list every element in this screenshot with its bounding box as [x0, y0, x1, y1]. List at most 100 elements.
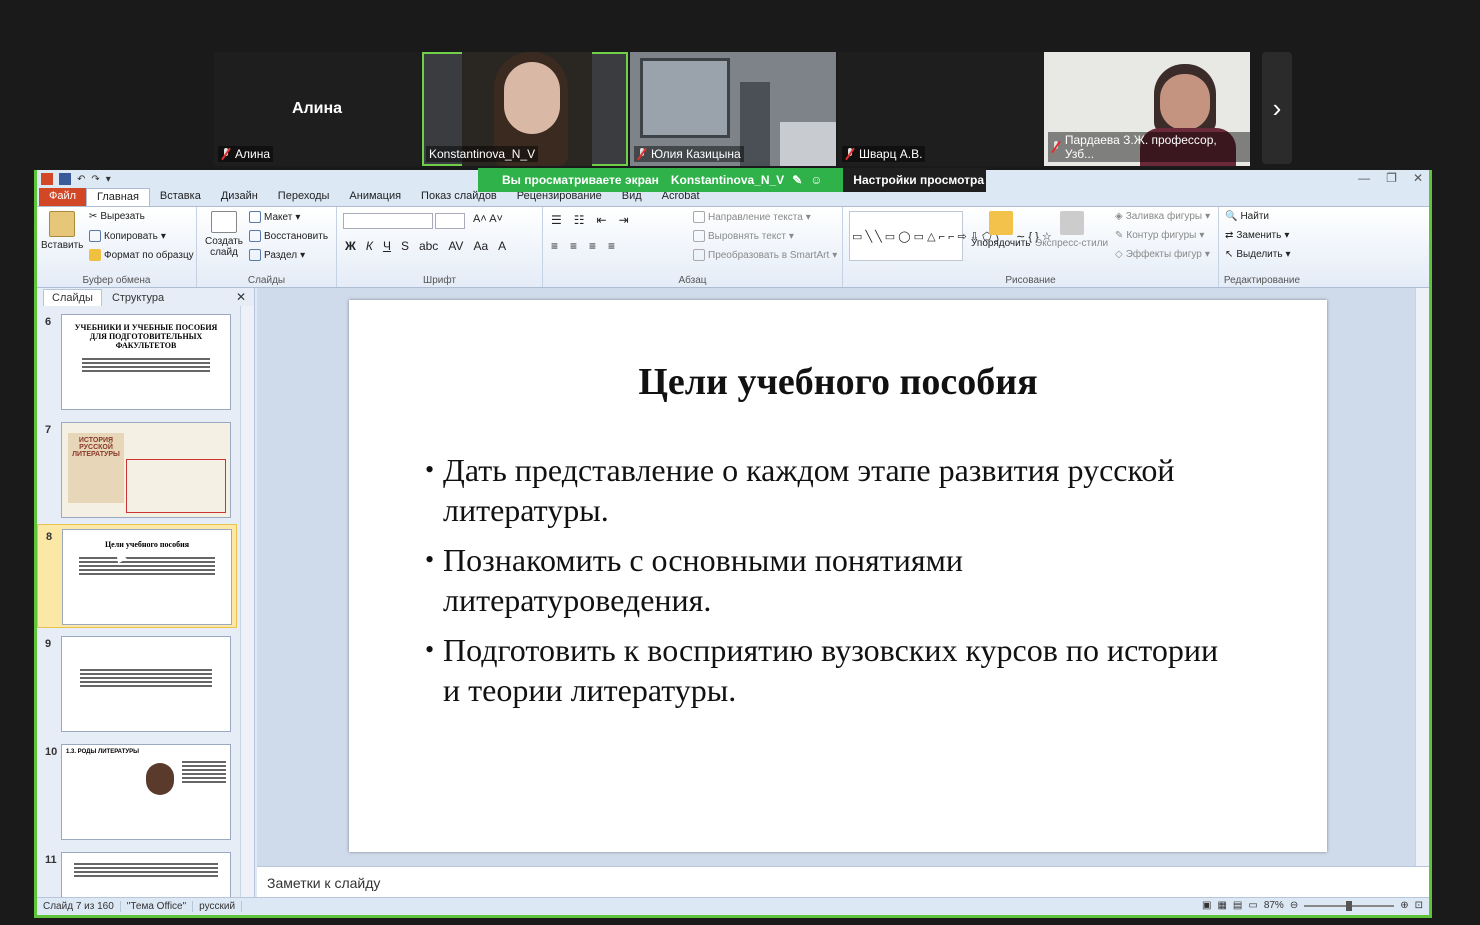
layout-button[interactable]: Макет ▾ — [249, 211, 300, 223]
shape-effects-label: Эффекты фигур — [1125, 249, 1202, 260]
slide-thumbnail[interactable]: 10 1.3. РОДЫ ЛИТЕРАТУРЫ — [37, 740, 237, 844]
format-painter-button[interactable]: Формат по образцу — [89, 249, 194, 261]
slide-scrollbar[interactable] — [1415, 288, 1429, 866]
tab-home[interactable]: Главная — [86, 188, 150, 206]
participant-tile-kazitsyna[interactable]: Юлия Казицына — [630, 52, 836, 166]
participant-tile-alina[interactable]: Алина Алина — [214, 52, 420, 166]
tab-slides[interactable]: Слайды — [43, 289, 102, 306]
font-size-buttons[interactable]: A˄ A˅ — [473, 213, 503, 225]
normal-view-icon[interactable]: ▣ — [1202, 900, 1211, 911]
zoom-slider[interactable] — [1304, 900, 1395, 911]
slide-thumbnail[interactable]: 7 ИСТОРИЯ РУССКОЙ ЛИТЕРАТУРЫ — [37, 418, 237, 522]
numbering-icon: ☷ — [573, 213, 585, 227]
participant-tile-pardaeva[interactable]: Пардаева З.Ж. профессор, Узб... — [1044, 52, 1250, 166]
participant-tile-konstantinova[interactable]: Konstantinova_N_V — [422, 52, 628, 166]
font-style-buttons[interactable]: Ж К Ч Sabc AV Aa A — [345, 239, 506, 253]
slide-body[interactable]: Дать представление о каждом этапе развит… — [425, 450, 1225, 720]
thumbnail-image: ИСТОРИЯ РУССКОЙ ЛИТЕРАТУРЫ — [61, 422, 231, 518]
tab-outline[interactable]: Структура — [104, 290, 172, 306]
close-icon[interactable]: ✕ — [1413, 171, 1423, 185]
shape-effects-button[interactable]: ◇ Эффекты фигур ▾ — [1115, 249, 1210, 260]
font-name-select[interactable] — [343, 213, 433, 229]
quick-styles-button[interactable]: Экспресс-стили — [1035, 211, 1108, 249]
zoom-level[interactable]: 87% — [1264, 900, 1284, 911]
smile-icon[interactable]: ☺ — [810, 173, 822, 187]
cut-button[interactable]: ✂ Вырезать — [89, 211, 145, 222]
close-pane-icon[interactable]: ✕ — [236, 290, 246, 304]
thumbnail-image: УЧЕБНИКИ И УЧЕБНЫЕ ПОСОБИЯ ДЛЯ ПОДГОТОВИ… — [61, 314, 231, 410]
thumbnails-scrollbar[interactable] — [240, 306, 254, 910]
paste-button[interactable]: Вставить — [41, 211, 83, 251]
zoom-slider-thumb[interactable] — [1346, 900, 1353, 911]
fit-to-window-icon[interactable]: ⊡ — [1415, 900, 1423, 911]
room-door — [740, 82, 770, 166]
slide-title[interactable]: Цели учебного пособия — [349, 360, 1327, 404]
slide-number: 10 — [45, 746, 58, 758]
font-size-select[interactable] — [435, 213, 465, 229]
arrange-button[interactable]: Упорядочить — [971, 211, 1031, 249]
thumbnail-box — [126, 459, 226, 513]
share-banner-text: Вы просматриваете экран — [502, 173, 659, 187]
shapes-gallery[interactable]: ▭ ╲ ╲ ▭ ◯ ▭ △ ⌐ ⌐ ⇨ ⇩ ⬠ ⟆ ⌒ ∼ { } ☆ — [849, 211, 1052, 261]
section-button[interactable]: Раздел ▾ — [249, 249, 305, 261]
slide-number: 8 — [46, 531, 53, 543]
slide-thumbnail-selected[interactable]: 8 Цели учебного пособия — [37, 524, 237, 628]
list-buttons[interactable]: ☰ ☷ ⇤ ⇥ — [551, 213, 629, 227]
align-text-button[interactable]: Выровнять текст ▾ — [693, 230, 794, 242]
select-button[interactable]: ↖ Выделить ▾ — [1225, 249, 1291, 260]
shape-fill-button[interactable]: ◈ Заливка фигуры ▾ — [1115, 211, 1210, 222]
participant-tile-shvarts[interactable]: Шварц А.В. — [838, 52, 1044, 166]
slideshow-view-icon[interactable]: ▭ — [1248, 900, 1257, 911]
mic-muted-icon — [1051, 141, 1061, 153]
redo-icon[interactable]: ↷ — [91, 174, 99, 185]
thumbnail-image: 1.3. РОДЫ ЛИТЕРАТУРЫ — [61, 744, 231, 840]
zoom-in-icon[interactable]: ⊕ — [1400, 900, 1408, 911]
find-button[interactable]: 🔍 Найти — [1225, 211, 1269, 222]
smartart-button[interactable]: Преобразовать в SmartArt ▾ — [693, 249, 837, 261]
next-participants-button[interactable]: › — [1262, 52, 1292, 164]
tab-transitions[interactable]: Переходы — [268, 188, 340, 206]
tab-insert[interactable]: Вставка — [150, 188, 211, 206]
participant-name-large: Алина — [291, 100, 343, 117]
shape-outline-button[interactable]: ✎ Контур фигуры ▾ — [1115, 230, 1204, 241]
thumbnail-image — [61, 636, 231, 732]
save-icon[interactable] — [59, 173, 71, 185]
current-slide[interactable]: Цели учебного пособия Дать представление… — [349, 300, 1327, 852]
notes-pane[interactable]: Заметки к слайду — [257, 866, 1429, 900]
language[interactable]: русский — [193, 901, 243, 912]
participant-label: Юлия Казицына — [634, 146, 744, 162]
copy-button[interactable]: Копировать ▾ — [89, 230, 166, 242]
ribbon: Вставить ✂ Вырезать Копировать ▾ Формат п… — [37, 206, 1429, 288]
sorter-view-icon[interactable]: ▦ — [1217, 900, 1226, 911]
undo-icon[interactable]: ↶ — [77, 174, 85, 185]
minimize-icon[interactable]: — — [1358, 171, 1370, 185]
align-buttons[interactable]: ≡ ≡ ≡ ≡ — [551, 239, 615, 253]
slide-thumbnail[interactable]: 9 — [37, 632, 237, 736]
thumbnail-image: Цели учебного пособия — [62, 529, 232, 625]
smartart-label: Преобразовать в SmartArt — [708, 249, 830, 261]
slide-number: 9 — [45, 638, 52, 650]
brush-icon — [89, 249, 101, 261]
replace-label: Заменить — [1236, 230, 1282, 241]
align-center-icon: ≡ — [570, 239, 578, 253]
view-settings-button[interactable]: Настройки просмотра — [843, 168, 986, 192]
copy-label: Копировать — [104, 230, 158, 242]
bullets-icon: ☰ — [551, 213, 562, 227]
tab-design[interactable]: Дизайн — [211, 188, 268, 206]
tab-file[interactable]: Файл — [39, 188, 87, 206]
new-slide-icon — [211, 211, 237, 233]
reset-button[interactable]: Восстановить — [249, 230, 328, 242]
align-left-icon: ≡ — [551, 239, 559, 253]
tab-animations[interactable]: Анимация — [339, 188, 411, 206]
paste-label: Вставить — [41, 240, 84, 251]
zoom-out-icon[interactable]: ⊖ — [1290, 900, 1298, 911]
text-direction-button[interactable]: Направление текста ▾ — [693, 211, 811, 223]
slide-thumbnail[interactable]: 6 УЧЕБНИКИ И УЧЕБНЫЕ ПОСОБИЯ ДЛЯ ПОДГОТО… — [37, 310, 237, 414]
replace-button[interactable]: ⇄ Заменить ▾ — [1225, 230, 1289, 241]
annotate-icon[interactable]: ✎ — [792, 173, 802, 187]
customize-toolbar-icon[interactable]: ▾ — [106, 174, 111, 185]
restore-icon[interactable]: ❐ — [1386, 171, 1397, 185]
new-slide-button[interactable]: Создать слайд — [201, 211, 247, 258]
reading-view-icon[interactable]: ▤ — [1233, 900, 1242, 911]
slide-number: 11 — [45, 854, 57, 866]
